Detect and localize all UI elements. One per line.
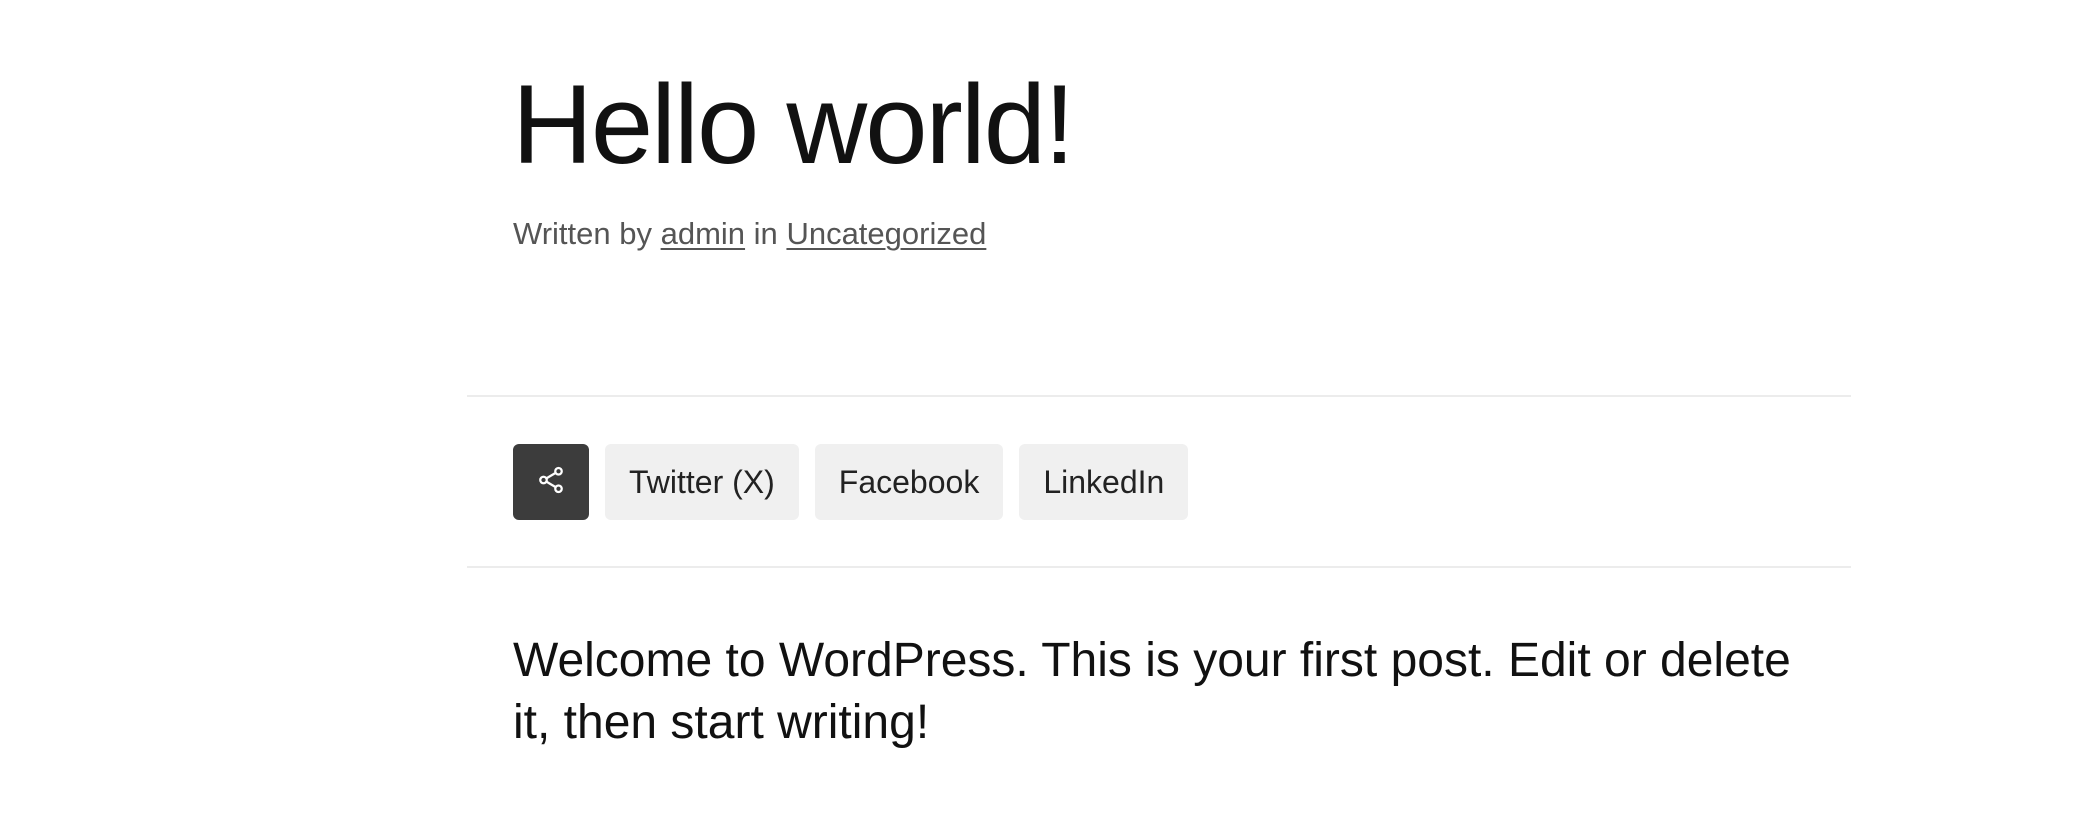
share-facebook-button[interactable]: Facebook	[814, 444, 1004, 520]
share-twitter-button[interactable]: Twitter (X)	[605, 444, 799, 520]
post-meta: Written by admin in Uncategorized	[513, 214, 986, 254]
share-linkedin-button[interactable]: LinkedIn	[1019, 444, 1189, 520]
divider-bottom	[467, 566, 1851, 568]
post-content: Welcome to WordPress. This is your first…	[513, 634, 1791, 750]
category-link[interactable]: Uncategorized	[786, 216, 986, 251]
share-icon	[536, 465, 566, 500]
divider-top	[467, 395, 1851, 397]
meta-in-word: in	[753, 216, 778, 251]
meta-prefix: Written by	[513, 216, 652, 251]
author-link[interactable]: admin	[661, 216, 745, 251]
share-bar: Twitter (X) Facebook LinkedIn	[513, 444, 1189, 520]
share-toggle-button[interactable]	[513, 444, 589, 520]
post-page: Hello world! Written by admin in Uncateg…	[0, 0, 2088, 840]
post-title: Hello world!	[512, 62, 1075, 187]
